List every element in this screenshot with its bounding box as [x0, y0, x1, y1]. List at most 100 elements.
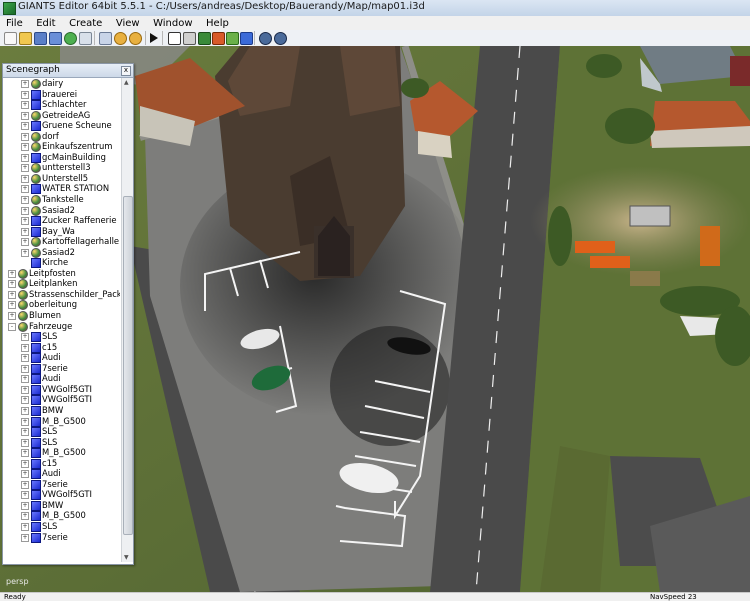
new-icon[interactable]: [4, 32, 17, 45]
expand-icon[interactable]: +: [21, 491, 29, 500]
expand-icon[interactable]: +: [21, 80, 29, 88]
scenegraph-node[interactable]: + Unterstell5: [3, 173, 120, 184]
expand-icon[interactable]: +: [21, 385, 29, 394]
scenegraph-node[interactable]: + untterstell3: [3, 162, 120, 174]
expand-icon[interactable]: +: [21, 333, 29, 342]
expand-icon[interactable]: +: [21, 248, 29, 257]
expand-icon[interactable]: +: [21, 132, 29, 141]
scenegraph-node[interactable]: + Audi: [3, 373, 120, 385]
scenegraph-node[interactable]: - Fahrzeuge: [3, 321, 120, 332]
scenegraph-node[interactable]: + SLS: [3, 331, 120, 343]
scenegraph-node[interactable]: + GetreideAG: [3, 110, 120, 121]
scenegraph-node[interactable]: + VWGolf5GTI: [3, 489, 120, 501]
select-mode-icon[interactable]: [168, 32, 181, 45]
scenegraph-node[interactable]: + dairy: [3, 78, 120, 89]
scenegraph-node[interactable]: + Sasiad2: [3, 247, 120, 258]
expand-icon[interactable]: +: [21, 396, 29, 405]
collapse-icon[interactable]: -: [8, 322, 16, 331]
scenegraph-node[interactable]: +7serie: [3, 363, 120, 374]
menu-edit[interactable]: Edit: [32, 17, 59, 31]
play-icon[interactable]: [150, 33, 158, 43]
expand-icon[interactable]: +: [21, 459, 29, 468]
expand-icon[interactable]: +: [21, 522, 29, 531]
scenegraph-node[interactable]: + c15: [3, 342, 120, 353]
copy-icon[interactable]: [99, 32, 112, 45]
scenegraph-node[interactable]: Kirche: [3, 257, 120, 269]
menu-window[interactable]: Window: [149, 17, 196, 31]
expand-icon[interactable]: +: [21, 449, 29, 458]
scenegraph-node[interactable]: + Leitplanken: [3, 278, 120, 290]
scenegraph-node[interactable]: + Zucker Raffenerie: [3, 215, 120, 227]
menu-view[interactable]: View: [112, 17, 144, 31]
scenegraph-node[interactable]: + VWGolf5GTI: [3, 384, 120, 395]
scenegraph-node[interactable]: + SLS: [3, 426, 120, 438]
expand-icon[interactable]: +: [21, 428, 29, 437]
magnet-icon[interactable]: [183, 32, 196, 45]
expand-icon[interactable]: +: [8, 280, 16, 289]
paint-icon[interactable]: [212, 32, 225, 45]
scenegraph-node[interactable]: + oberleitung: [3, 299, 120, 311]
decal-icon[interactable]: [240, 32, 253, 45]
expand-icon[interactable]: +: [21, 227, 29, 236]
expand-icon[interactable]: +: [21, 111, 29, 120]
scenegraph-node[interactable]: + SLS: [3, 437, 120, 448]
menu-create[interactable]: Create: [65, 17, 106, 31]
scenegraph-node[interactable]: + WATER STATION: [3, 183, 120, 195]
redo-icon[interactable]: [129, 32, 142, 45]
expand-icon[interactable]: +: [21, 417, 29, 426]
scenegraph-node[interactable]: + Einkaufszentrum: [3, 141, 120, 153]
scenegraph-node[interactable]: + Sasiad2: [3, 205, 120, 216]
expand-icon[interactable]: +: [21, 217, 29, 226]
scenegraph-node[interactable]: + c15: [3, 458, 120, 469]
scenegraph-node[interactable]: +7serie: [3, 479, 120, 490]
scrollbar-thumb[interactable]: [123, 196, 133, 535]
snap-icon[interactable]: [259, 32, 272, 45]
saveas-icon[interactable]: [49, 32, 62, 45]
scenegraph-node[interactable]: + Gruene Scheune: [3, 120, 120, 132]
scenegraph-node[interactable]: + M_B_G500: [3, 510, 120, 522]
open-icon[interactable]: [19, 32, 32, 45]
expand-icon[interactable]: +: [21, 343, 29, 352]
reload-icon[interactable]: [64, 32, 77, 45]
expand-icon[interactable]: +: [21, 122, 29, 131]
expand-icon[interactable]: +: [21, 153, 29, 162]
scenegraph-node[interactable]: + Audi: [3, 352, 120, 364]
scenegraph-node[interactable]: + Schlachter: [3, 99, 120, 111]
scenegraph-node[interactable]: + BMW: [3, 500, 120, 511]
expand-icon[interactable]: +: [21, 470, 29, 479]
expand-icon[interactable]: +: [21, 164, 29, 173]
expand-icon[interactable]: +: [21, 196, 29, 205]
scenegraph-node[interactable]: + Leitpfosten: [3, 268, 120, 279]
scenegraph-node[interactable]: + Tankstelle: [3, 194, 120, 206]
expand-icon[interactable]: +: [21, 101, 29, 110]
expand-icon[interactable]: +: [21, 143, 29, 152]
expand-icon[interactable]: +: [21, 90, 29, 99]
expand-icon[interactable]: +: [8, 269, 16, 278]
expand-icon[interactable]: +: [21, 364, 29, 373]
scenegraph-node[interactable]: + BMW: [3, 405, 120, 416]
scenegraph-node[interactable]: + M_B_G500: [3, 447, 120, 459]
scenegraph-node[interactable]: + SLS: [3, 521, 120, 532]
menu-file[interactable]: File: [2, 17, 27, 31]
scroll-up-icon[interactable]: ▲: [124, 79, 130, 86]
scenegraph-node[interactable]: + Bay_Wa: [3, 226, 120, 237]
expand-icon[interactable]: +: [21, 533, 29, 542]
scenegraph-node[interactable]: + VWGolf5GTI: [3, 394, 120, 406]
scenegraph-node[interactable]: + Audi: [3, 468, 120, 480]
export-icon[interactable]: [79, 32, 92, 45]
expand-icon[interactable]: +: [21, 480, 29, 489]
foliage-icon[interactable]: [226, 32, 239, 45]
scenegraph-node[interactable]: + brauerei: [3, 89, 120, 100]
expand-icon[interactable]: +: [21, 174, 29, 183]
expand-icon[interactable]: +: [21, 375, 29, 384]
scenegraph-node[interactable]: + Kartoffellagerhalle: [3, 236, 120, 248]
expand-icon[interactable]: +: [21, 438, 29, 447]
terrain-icon[interactable]: [198, 32, 211, 45]
scenegraph-scrollbar[interactable]: ▲ ▼: [121, 78, 133, 562]
scenegraph-node[interactable]: +7serie: [3, 532, 120, 543]
expand-icon[interactable]: +: [21, 238, 29, 247]
expand-icon[interactable]: +: [21, 512, 29, 521]
scroll-down-icon[interactable]: ▼: [124, 554, 130, 561]
scenegraph-node[interactable]: + M_B_G500: [3, 416, 120, 427]
expand-icon[interactable]: +: [21, 501, 29, 510]
